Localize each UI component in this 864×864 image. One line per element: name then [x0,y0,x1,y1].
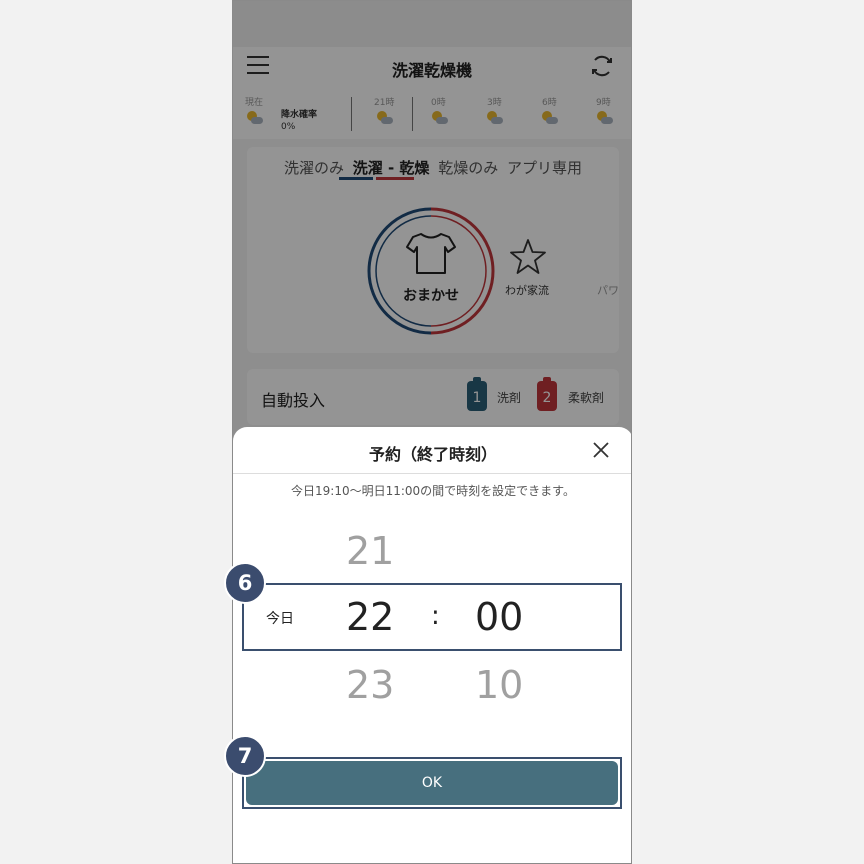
sheet-title: 予約（終了時刻） [368,445,497,464]
hour-option-prev[interactable]: 21 [346,529,394,573]
callout-badge-7: 7 [224,735,266,777]
reservation-sheet: 予約（終了時刻） 今日19:10〜明日11:00の間で時刻を設定できます。 21… [233,427,631,863]
time-separator: : [431,601,440,631]
minute-selected[interactable]: 00 [475,595,523,639]
time-range-note: 今日19:10〜明日11:00の間で時刻を設定できます。 [291,484,575,498]
ok-button[interactable]: OK [246,761,618,805]
phone-frame: 洗濯乾燥機 現在 降水確率 0% 21時 0時 3時 6時 9時 洗濯のみ 洗濯… [232,0,632,864]
callout-badge-6: 6 [224,562,266,604]
hour-option-next[interactable]: 23 [346,663,394,707]
close-icon[interactable] [591,440,611,460]
hour-selected[interactable]: 22 [346,595,394,639]
divider [233,473,631,474]
minute-option-next[interactable]: 10 [475,663,523,707]
day-label: 今日 [266,611,294,627]
